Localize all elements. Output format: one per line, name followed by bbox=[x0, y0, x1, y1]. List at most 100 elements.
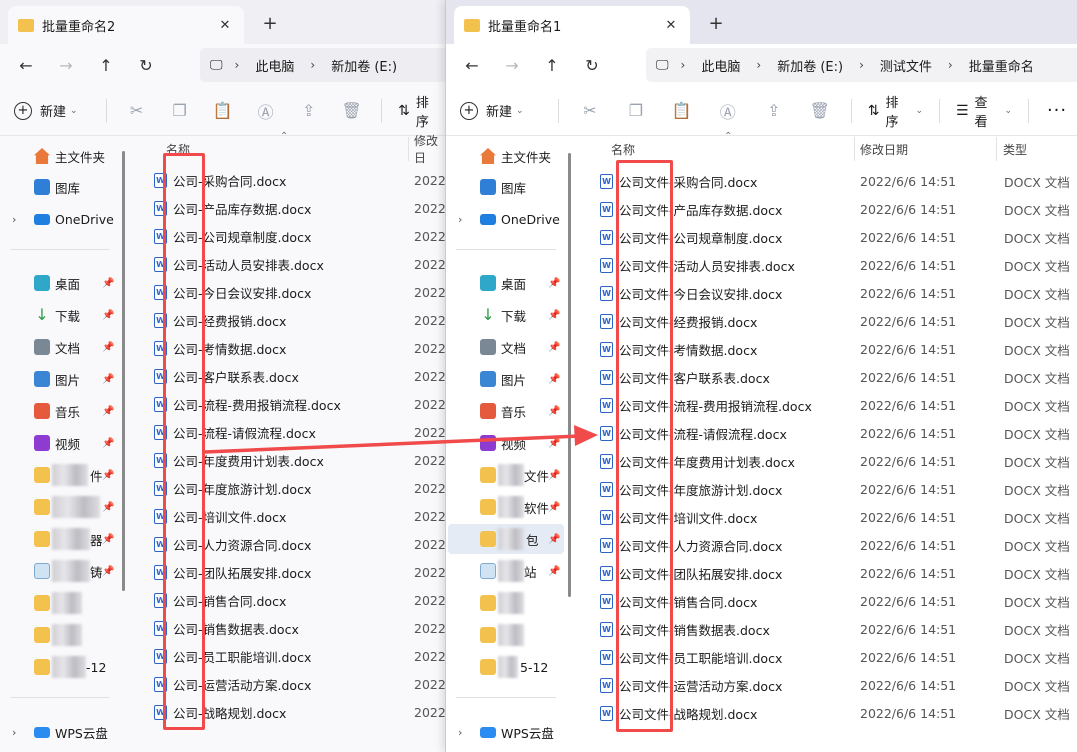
nav-folder-2[interactable]: 软件 📌 bbox=[446, 492, 568, 522]
nav-home[interactable]: 主文件夹 bbox=[0, 141, 122, 171]
pin-icon[interactable]: 📌 bbox=[102, 406, 114, 417]
file-row[interactable]: W 公司文件-运营活动方案.docx 2022/6/6 14:51 DOCX 文档 bbox=[578, 671, 1077, 699]
pin-icon[interactable]: 📌 bbox=[548, 438, 560, 449]
sort-button[interactable]: ⇅ 排序 bbox=[390, 92, 447, 130]
scrollbar[interactable] bbox=[122, 151, 125, 591]
pin-icon[interactable]: 📌 bbox=[548, 278, 560, 289]
file-row[interactable]: W 公司文件-培训文件.docx 2022/6/6 14:51 DOCX 文档 bbox=[578, 503, 1077, 531]
file-row[interactable]: W 公司文件-今日会议安排.docx 2022/6/6 14:51 DOCX 文档 bbox=[578, 279, 1077, 307]
chevron-right-icon[interactable]: › bbox=[458, 213, 462, 226]
file-row[interactable]: W 公司文件-战略规划.docx 2022/6/6 14:51 DOCX 文档 bbox=[578, 699, 1077, 727]
pin-icon[interactable]: 📌 bbox=[102, 470, 114, 481]
pin-icon[interactable]: 📌 bbox=[548, 406, 560, 417]
pin-icon[interactable]: 📌 bbox=[102, 278, 114, 289]
file-row[interactable]: W 公司-考情数据.docx 2022/ bbox=[132, 334, 447, 362]
nav-gallery[interactable]: 图库 bbox=[0, 172, 122, 202]
file-row[interactable]: W 公司文件-考情数据.docx 2022/6/6 14:51 DOCX 文档 bbox=[578, 335, 1077, 363]
file-row[interactable]: W 公司-经费报销.docx 2022/ bbox=[132, 306, 447, 334]
nav-onedrive[interactable]: › OneDrive bbox=[0, 204, 122, 234]
column-divider[interactable] bbox=[854, 137, 855, 161]
file-row[interactable]: W 公司-公司规章制度.docx 2022/ bbox=[132, 222, 447, 250]
file-row[interactable]: W 公司-流程-费用报销流程.docx 2022/ bbox=[132, 390, 447, 418]
arrow-left-icon[interactable]: ← bbox=[6, 49, 46, 81]
breadcrumb-this-pc[interactable]: 此电脑 bbox=[251, 56, 298, 75]
column-header-modified[interactable]: 修改日 bbox=[414, 134, 447, 165]
file-row[interactable]: W 公司文件-流程-费用报销流程.docx 2022/6/6 14:51 DOCX 文… bbox=[578, 391, 1077, 419]
file-row[interactable]: W 公司-员工职能培训.docx 2022/ bbox=[132, 642, 447, 670]
file-row[interactable]: W 公司文件-员工职能培训.docx 2022/6/6 14:51 DOCX 文档 bbox=[578, 643, 1077, 671]
refresh-icon[interactable]: ↻ bbox=[126, 49, 166, 81]
share-icon[interactable]: ⇪ bbox=[751, 95, 797, 127]
pin-icon[interactable]: 📌 bbox=[548, 342, 560, 353]
file-row[interactable]: W 公司文件-年度费用计划表.docx 2022/6/6 14:51 DOCX 文档 bbox=[578, 447, 1077, 475]
new-button[interactable]: + 新建 ⌄ bbox=[14, 101, 98, 120]
trash-icon[interactable]: 🗑 bbox=[330, 95, 373, 127]
pin-icon[interactable]: 📌 bbox=[102, 534, 114, 545]
nav-documents[interactable]: 文档 📌 bbox=[0, 332, 122, 362]
refresh-icon[interactable]: ↻ bbox=[572, 49, 612, 81]
pin-icon[interactable]: 📌 bbox=[548, 310, 560, 321]
pin-icon[interactable]: 📌 bbox=[548, 502, 560, 513]
sort-button[interactable]: ⇅ 排序 ⌄ bbox=[860, 92, 931, 130]
pin-icon[interactable]: 📌 bbox=[548, 374, 560, 385]
close-icon[interactable]: ✕ bbox=[660, 14, 682, 36]
nav-folder-1[interactable]: 件 📌 bbox=[0, 460, 122, 490]
file-row[interactable]: W 公司文件-产品库存数据.docx 2022/6/6 14:51 DOCX 文档 bbox=[578, 195, 1077, 223]
nav-pictures[interactable]: 图片 📌 bbox=[446, 364, 568, 394]
plus-icon[interactable]: + bbox=[258, 11, 282, 35]
file-row[interactable]: W 公司-培训文件.docx 2022/ bbox=[132, 502, 447, 530]
rename-icon[interactable]: Ⓐ bbox=[244, 95, 287, 127]
chevron-right-icon[interactable]: › bbox=[12, 726, 16, 739]
nav-music[interactable]: 音乐 📌 bbox=[446, 396, 568, 426]
arrow-right-icon[interactable]: → bbox=[46, 49, 86, 81]
copy-icon[interactable]: ❐ bbox=[158, 95, 201, 127]
file-row[interactable]: W 公司文件-人力资源合同.docx 2022/6/6 14:51 DOCX 文档 bbox=[578, 531, 1077, 559]
pin-icon[interactable]: 📌 bbox=[548, 534, 560, 545]
file-row[interactable]: W 公司-产品库存数据.docx 2022/ bbox=[132, 194, 447, 222]
breadcrumb-drive-e[interactable]: 新加卷 (E:) bbox=[327, 56, 401, 75]
file-row[interactable]: W 公司-销售数据表.docx 2022/ bbox=[132, 614, 447, 642]
nav-folder-1[interactable]: 文件 📌 bbox=[446, 460, 568, 490]
rename-icon[interactable]: Ⓐ bbox=[705, 95, 751, 127]
address-bar[interactable]: 🖵 › 此电脑 › 新加卷 (E:) bbox=[200, 48, 447, 82]
file-row[interactable]: W 公司-活动人员安排表.docx 2022/ bbox=[132, 250, 447, 278]
nav-videos[interactable]: 视频 📌 bbox=[0, 428, 122, 458]
nav-desktop[interactable]: 桌面 📌 bbox=[446, 268, 568, 298]
pin-icon[interactable]: 📌 bbox=[548, 470, 560, 481]
nav-folder-5[interactable] bbox=[446, 588, 568, 618]
file-row[interactable]: W 公司文件-流程-请假流程.docx 2022/6/6 14:51 DOCX 文档 bbox=[578, 419, 1077, 447]
nav-folder-3[interactable]: 包 📌 bbox=[448, 524, 564, 554]
new-button[interactable]: + 新建 ⌄ bbox=[460, 101, 550, 120]
nav-folder-2[interactable]: 📌 bbox=[0, 492, 122, 522]
scrollbar[interactable] bbox=[568, 153, 571, 597]
pin-icon[interactable]: 📌 bbox=[548, 566, 560, 577]
file-row[interactable]: W 公司文件-活动人员安排表.docx 2022/6/6 14:51 DOCX 文档 bbox=[578, 251, 1077, 279]
nav-downloads[interactable]: ↓ 下载 📌 bbox=[0, 300, 122, 330]
breadcrumb-batch-rename[interactable]: 批量重命名 bbox=[965, 56, 1038, 75]
arrow-up-icon[interactable]: ↑ bbox=[532, 49, 572, 81]
file-row[interactable]: W 公司文件-客户联系表.docx 2022/6/6 14:51 DOCX 文档 bbox=[578, 363, 1077, 391]
pin-icon[interactable]: 📌 bbox=[102, 438, 114, 449]
nav-recycle[interactable]: 铸 📌 bbox=[0, 556, 122, 586]
plus-icon[interactable]: + bbox=[704, 11, 728, 35]
breadcrumb-this-pc[interactable]: 此电脑 bbox=[697, 56, 744, 75]
tab-batch-rename-2[interactable]: 批量重命名2 ✕ bbox=[8, 6, 244, 44]
pin-icon[interactable]: 📌 bbox=[102, 566, 114, 577]
nav-folder-7[interactable]: 5-12 bbox=[446, 652, 568, 682]
file-row[interactable]: W 公司文件-销售数据表.docx 2022/6/6 14:51 DOCX 文档 bbox=[578, 615, 1077, 643]
nav-folder-5[interactable] bbox=[0, 588, 122, 618]
nav-downloads[interactable]: ↓ 下载 📌 bbox=[446, 300, 568, 330]
more-icon[interactable]: ··· bbox=[1037, 100, 1077, 121]
nav-folder-7[interactable]: -12 bbox=[0, 652, 122, 682]
column-header-name[interactable]: 名称 bbox=[611, 137, 635, 161]
file-row[interactable]: W 公司-采购合同.docx 2022/ bbox=[132, 166, 447, 194]
file-row[interactable]: W 公司-战略规划.docx 2022/ bbox=[132, 698, 447, 726]
view-button[interactable]: ☰ 查看 ⌄ bbox=[948, 92, 1020, 130]
file-row[interactable]: W 公司-销售合同.docx 2022/ bbox=[132, 586, 447, 614]
chevron-right-icon[interactable]: › bbox=[458, 726, 462, 739]
file-row[interactable]: W 公司-客户联系表.docx 2022/ bbox=[132, 362, 447, 390]
scissors-icon[interactable]: ✂ bbox=[115, 95, 158, 127]
breadcrumb-test-files[interactable]: 测试文件 bbox=[876, 56, 936, 75]
close-icon[interactable]: ✕ bbox=[214, 14, 236, 36]
nav-recycle[interactable]: 站 📌 bbox=[446, 556, 568, 586]
